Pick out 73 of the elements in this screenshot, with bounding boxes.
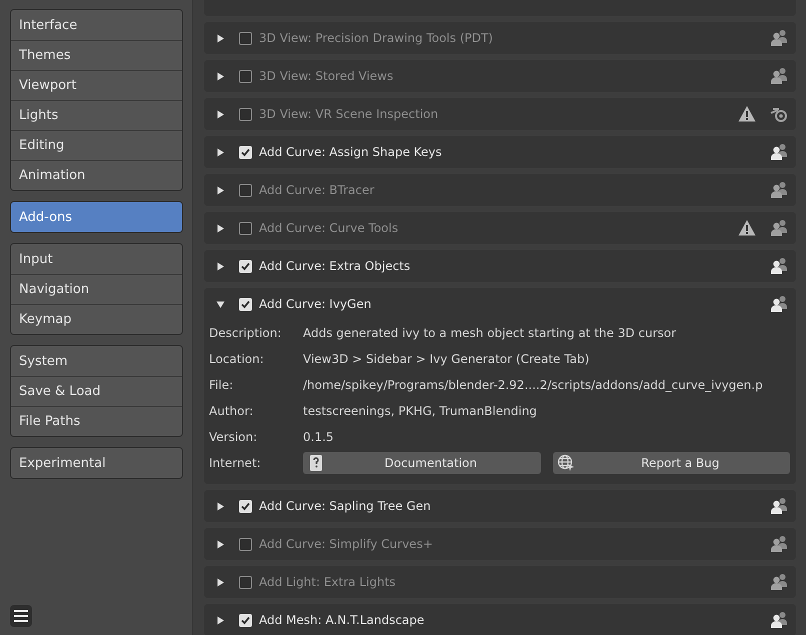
sidebar-item[interactable]: Keymap	[11, 304, 182, 334]
checkbox[interactable]	[239, 108, 252, 120]
addon-name: 3D View: Stored Views	[259, 69, 394, 83]
sidebar-item[interactable]: Themes	[11, 40, 182, 70]
detail-label: Description:	[209, 325, 282, 342]
expand-triangle-icon[interactable]	[216, 34, 225, 42]
users-icon	[770, 497, 788, 515]
users-icon	[770, 295, 788, 313]
detail-label: Internet:	[209, 455, 262, 472]
sidebar-item[interactable]: Save & Load	[11, 376, 182, 406]
expand-triangle-icon[interactable]	[216, 148, 225, 156]
checkbox[interactable]	[239, 70, 252, 82]
expand-triangle-icon[interactable]	[216, 224, 225, 232]
users-icon	[770, 257, 788, 275]
sidebar-item[interactable]: Experimental	[11, 448, 182, 478]
addon-name: 3D View: VR Scene Inspection	[259, 107, 440, 121]
users-icon	[770, 535, 788, 553]
users-icon	[770, 29, 788, 47]
detail-value: /home/spikey/Programs/blender-2.92....2/scripts/addons/add_curve_ivygen.p	[303, 377, 764, 394]
checkbox[interactable]	[239, 538, 252, 550]
collapse-triangle-icon[interactable]	[216, 300, 225, 308]
expand-triangle-icon[interactable]	[216, 616, 225, 624]
users-icon	[770, 611, 788, 629]
checkbox[interactable]	[239, 32, 252, 44]
documentation-button[interactable]: Documentation	[303, 452, 540, 474]
checkbox[interactable]	[239, 576, 252, 588]
expand-triangle-icon[interactable]	[216, 502, 225, 510]
expand-triangle-icon[interactable]	[216, 578, 225, 586]
addon-name: Add Curve: Curve Tools	[259, 221, 400, 235]
detail-label: Version:	[209, 429, 258, 446]
expand-triangle-icon[interactable]	[216, 110, 225, 118]
users-icon	[770, 181, 788, 199]
detail-value: Adds generated ivy to a mesh object starting at the 3D cursor	[303, 325, 678, 342]
sidebar-item[interactable]: Animation	[11, 160, 182, 190]
addon-name: Add Curve: IvyGen	[259, 297, 372, 311]
sidebar-item[interactable]: File Paths	[11, 406, 182, 436]
globe-icon	[556, 454, 574, 472]
users-icon	[770, 143, 788, 161]
detail-label: Author:	[209, 403, 254, 420]
sidebar-item[interactable]: Interface	[11, 10, 182, 40]
expand-triangle-icon[interactable]	[216, 72, 225, 80]
sidebar-item[interactable]: Editing	[11, 130, 182, 160]
expand-triangle-icon[interactable]	[216, 186, 225, 194]
addon-name: Add Curve: Extra Objects	[259, 259, 412, 273]
detail-value: 0.1.5	[303, 429, 335, 446]
menu-icon[interactable]	[10, 605, 32, 627]
addon-name: Add Curve: Sapling Tree Gen	[259, 499, 432, 513]
addon-name: 3D View: Precision Drawing Tools (PDT)	[259, 31, 494, 45]
addon-name: Add Curve: Assign Shape Keys	[259, 145, 443, 159]
addon-name: Add Curve: BTracer	[259, 183, 376, 197]
detail-label: Location:	[209, 351, 265, 368]
detail-value: testscreenings, PKHG, TrumanBlending	[303, 403, 538, 420]
blender-logo-icon	[770, 105, 788, 123]
expand-triangle-icon[interactable]	[216, 540, 225, 548]
sidebar-item[interactable]: System	[11, 346, 182, 376]
report-bug-button[interactable]: Report a Bug	[552, 452, 790, 474]
sidebar-item[interactable]: Add-ons	[11, 202, 182, 232]
users-icon	[770, 67, 788, 85]
users-icon	[770, 219, 788, 237]
checkbox[interactable]	[239, 184, 252, 196]
expand-triangle-icon[interactable]	[216, 262, 225, 270]
sidebar-item[interactable]: Input	[11, 244, 182, 274]
help-book-icon	[307, 454, 325, 472]
addon-name: Add Light: Extra Lights	[259, 575, 397, 589]
addon-name: Add Mesh: A.N.T.Landscape	[259, 613, 426, 627]
addon-name: Add Curve: Simplify Curves+	[259, 537, 434, 551]
checkbox[interactable]	[239, 222, 252, 234]
sidebar-item[interactable]: Viewport	[11, 70, 182, 100]
sidebar-item[interactable]: Navigation	[11, 274, 182, 304]
users-icon	[770, 573, 788, 591]
detail-label: File:	[209, 377, 234, 394]
detail-value: View3D > Sidebar > Ivy Generator (Create Tab)	[303, 351, 590, 368]
sidebar-item[interactable]: Lights	[11, 100, 182, 130]
